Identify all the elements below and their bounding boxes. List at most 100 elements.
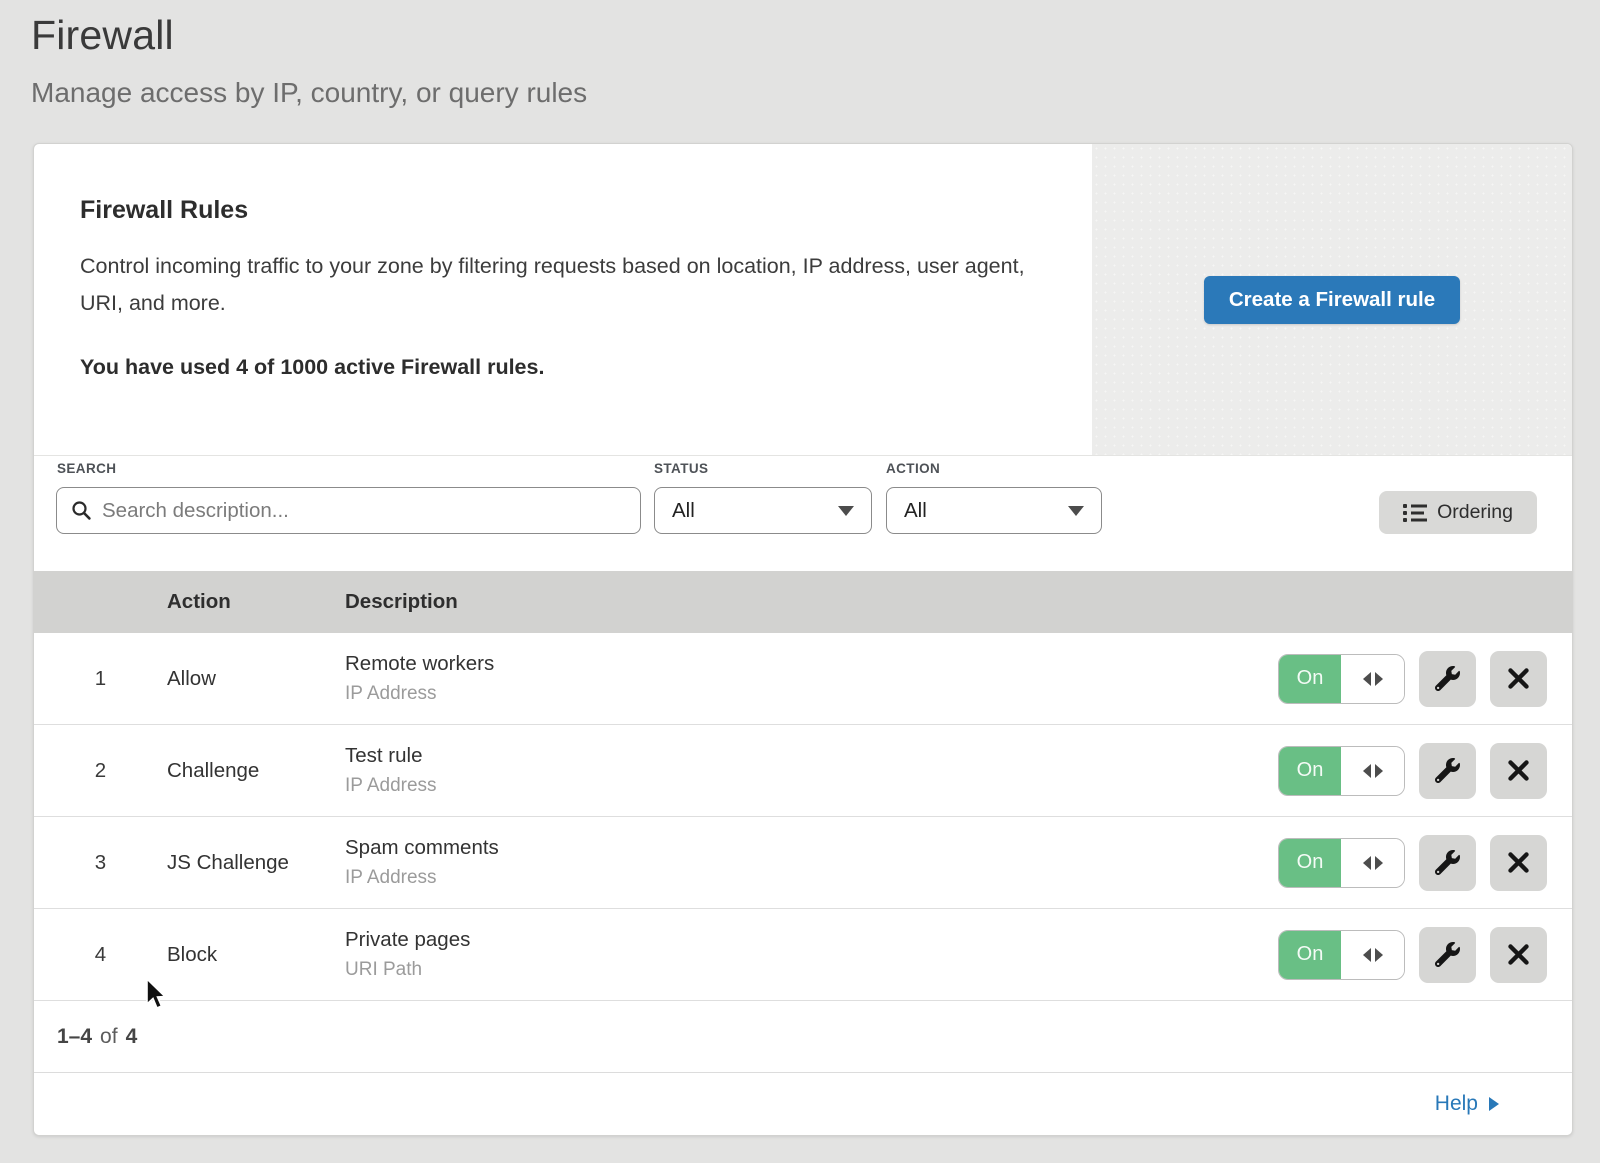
rule-description-cell: Test rule IP Address bbox=[345, 744, 1272, 797]
ordering-button[interactable]: Ordering bbox=[1379, 491, 1537, 534]
rule-match-type: URI Path bbox=[345, 959, 1272, 981]
toggle-arrows-segment[interactable] bbox=[1341, 839, 1404, 887]
create-firewall-rule-button[interactable]: Create a Firewall rule bbox=[1204, 276, 1460, 324]
triangle-right-icon bbox=[1375, 764, 1383, 778]
close-icon bbox=[1507, 759, 1530, 782]
rule-controls: On bbox=[1272, 743, 1572, 799]
filter-section: SEARCH STATUS All ACTION All bbox=[34, 456, 1572, 571]
firewall-rules-table: Action Description 1 Allow Remote worker… bbox=[34, 571, 1572, 1001]
help-link-label: Help bbox=[1435, 1092, 1478, 1116]
rule-enabled-toggle[interactable]: On bbox=[1278, 746, 1405, 796]
status-select[interactable]: All bbox=[654, 487, 872, 534]
search-icon bbox=[71, 500, 92, 521]
rule-priority: 4 bbox=[34, 943, 167, 967]
search-box bbox=[56, 487, 641, 534]
toggle-on-segment[interactable]: On bbox=[1279, 839, 1341, 887]
rule-controls: On bbox=[1272, 835, 1572, 891]
triangle-left-icon bbox=[1363, 948, 1371, 962]
overview-text-block: Firewall Rules Control incoming traffic … bbox=[34, 144, 1092, 455]
wrench-icon bbox=[1435, 850, 1460, 875]
rule-action: JS Challenge bbox=[167, 851, 345, 875]
section-description: Control incoming traffic to your zone by… bbox=[80, 248, 1030, 322]
delete-rule-button[interactable] bbox=[1490, 835, 1547, 891]
rule-priority: 3 bbox=[34, 851, 167, 875]
rule-description: Spam comments bbox=[345, 836, 1272, 860]
edit-rule-button[interactable] bbox=[1419, 835, 1476, 891]
close-icon bbox=[1507, 667, 1530, 690]
toggle-on-segment[interactable]: On bbox=[1279, 655, 1341, 703]
pagination-range: 1–4 bbox=[57, 1025, 92, 1049]
ordered-list-icon bbox=[1403, 503, 1427, 523]
triangle-left-icon bbox=[1363, 856, 1371, 870]
caret-down-icon bbox=[838, 506, 854, 516]
pagination-of: of bbox=[100, 1025, 118, 1049]
action-column-header: Action bbox=[167, 590, 345, 614]
pagination-total: 4 bbox=[126, 1025, 138, 1049]
status-select-value: All bbox=[672, 499, 695, 523]
status-label: STATUS bbox=[654, 461, 708, 476]
rule-action: Challenge bbox=[167, 759, 345, 783]
rule-priority: 2 bbox=[34, 759, 167, 783]
action-label: ACTION bbox=[886, 461, 940, 476]
table-row: 3 JS Challenge Spam comments IP Address … bbox=[34, 817, 1572, 909]
rule-description: Private pages bbox=[345, 928, 1272, 952]
wrench-icon bbox=[1435, 758, 1460, 783]
rule-match-type: IP Address bbox=[345, 867, 1272, 889]
delete-rule-button[interactable] bbox=[1490, 651, 1547, 707]
rule-enabled-toggle[interactable]: On bbox=[1278, 654, 1405, 704]
search-label: SEARCH bbox=[57, 461, 116, 476]
overview-section: Firewall Rules Control incoming traffic … bbox=[34, 144, 1572, 456]
create-rule-panel: Create a Firewall rule bbox=[1092, 144, 1572, 455]
close-icon bbox=[1507, 851, 1530, 874]
edit-rule-button[interactable] bbox=[1419, 743, 1476, 799]
rule-controls: On bbox=[1272, 651, 1572, 707]
pagination-row: 1–4 of 4 bbox=[34, 1001, 1572, 1073]
rule-description-cell: Private pages URI Path bbox=[345, 928, 1272, 981]
right-triangle-icon bbox=[1489, 1097, 1499, 1111]
rule-description-cell: Spam comments IP Address bbox=[345, 836, 1272, 889]
table-row: 1 Allow Remote workers IP Address On bbox=[34, 633, 1572, 725]
page-title: Firewall bbox=[31, 10, 1600, 60]
wrench-icon bbox=[1435, 942, 1460, 967]
page-subtitle: Manage access by IP, country, or query r… bbox=[31, 76, 1600, 109]
triangle-left-icon bbox=[1363, 764, 1371, 778]
action-select[interactable]: All bbox=[886, 487, 1102, 534]
delete-rule-button[interactable] bbox=[1490, 743, 1547, 799]
rule-match-type: IP Address bbox=[345, 683, 1272, 705]
rule-enabled-toggle[interactable]: On bbox=[1278, 930, 1405, 980]
rule-description: Test rule bbox=[345, 744, 1272, 768]
wrench-icon bbox=[1435, 666, 1460, 691]
delete-rule-button[interactable] bbox=[1490, 927, 1547, 983]
search-input[interactable] bbox=[102, 499, 626, 523]
rule-match-type: IP Address bbox=[345, 775, 1272, 797]
triangle-right-icon bbox=[1375, 672, 1383, 686]
ordering-button-label: Ordering bbox=[1437, 501, 1513, 524]
rule-action: Allow bbox=[167, 667, 345, 691]
action-select-value: All bbox=[904, 499, 927, 523]
rule-description: Remote workers bbox=[345, 652, 1272, 676]
close-icon bbox=[1507, 943, 1530, 966]
triangle-right-icon bbox=[1375, 948, 1383, 962]
toggle-on-segment[interactable]: On bbox=[1279, 931, 1341, 979]
caret-down-icon bbox=[1068, 506, 1084, 516]
rule-action: Block bbox=[167, 943, 345, 967]
toggle-arrows-segment[interactable] bbox=[1341, 747, 1404, 795]
usage-summary: You have used 4 of 1000 active Firewall … bbox=[80, 355, 1032, 380]
edit-rule-button[interactable] bbox=[1419, 927, 1476, 983]
table-header-row: Action Description bbox=[34, 571, 1572, 633]
page-header: Firewall Manage access by IP, country, o… bbox=[0, 0, 1600, 109]
edit-rule-button[interactable] bbox=[1419, 651, 1476, 707]
toggle-on-segment[interactable]: On bbox=[1279, 747, 1341, 795]
triangle-right-icon bbox=[1375, 856, 1383, 870]
help-footer: Help bbox=[34, 1073, 1572, 1135]
rule-enabled-toggle[interactable]: On bbox=[1278, 838, 1405, 888]
description-column-header: Description bbox=[345, 590, 1272, 614]
toggle-arrows-segment[interactable] bbox=[1341, 931, 1404, 979]
toggle-arrows-segment[interactable] bbox=[1341, 655, 1404, 703]
table-row: 2 Challenge Test rule IP Address On bbox=[34, 725, 1572, 817]
section-heading: Firewall Rules bbox=[80, 196, 1032, 225]
rule-controls: On bbox=[1272, 927, 1572, 983]
help-link[interactable]: Help bbox=[1435, 1092, 1499, 1116]
table-row: 4 Block Private pages URI Path On bbox=[34, 909, 1572, 1001]
rule-description-cell: Remote workers IP Address bbox=[345, 652, 1272, 705]
